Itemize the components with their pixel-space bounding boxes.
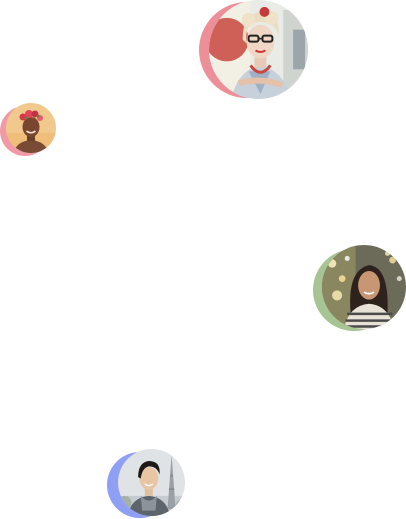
woman-lights-photo-icon [322, 245, 406, 329]
man-flower-crown-photo-icon [6, 103, 56, 153]
avatar-bubble-3[interactable] [313, 245, 406, 333]
avatar-bubble-2[interactable] [0, 103, 58, 157]
avatar-bubble-1[interactable] [199, 0, 309, 100]
avatar-bubble-4[interactable] [107, 449, 189, 519]
woman-glasses-photo-icon [209, 0, 308, 99]
avatar-canvas [0, 0, 406, 519]
man-eiffel-tower-photo-icon [118, 449, 185, 516]
